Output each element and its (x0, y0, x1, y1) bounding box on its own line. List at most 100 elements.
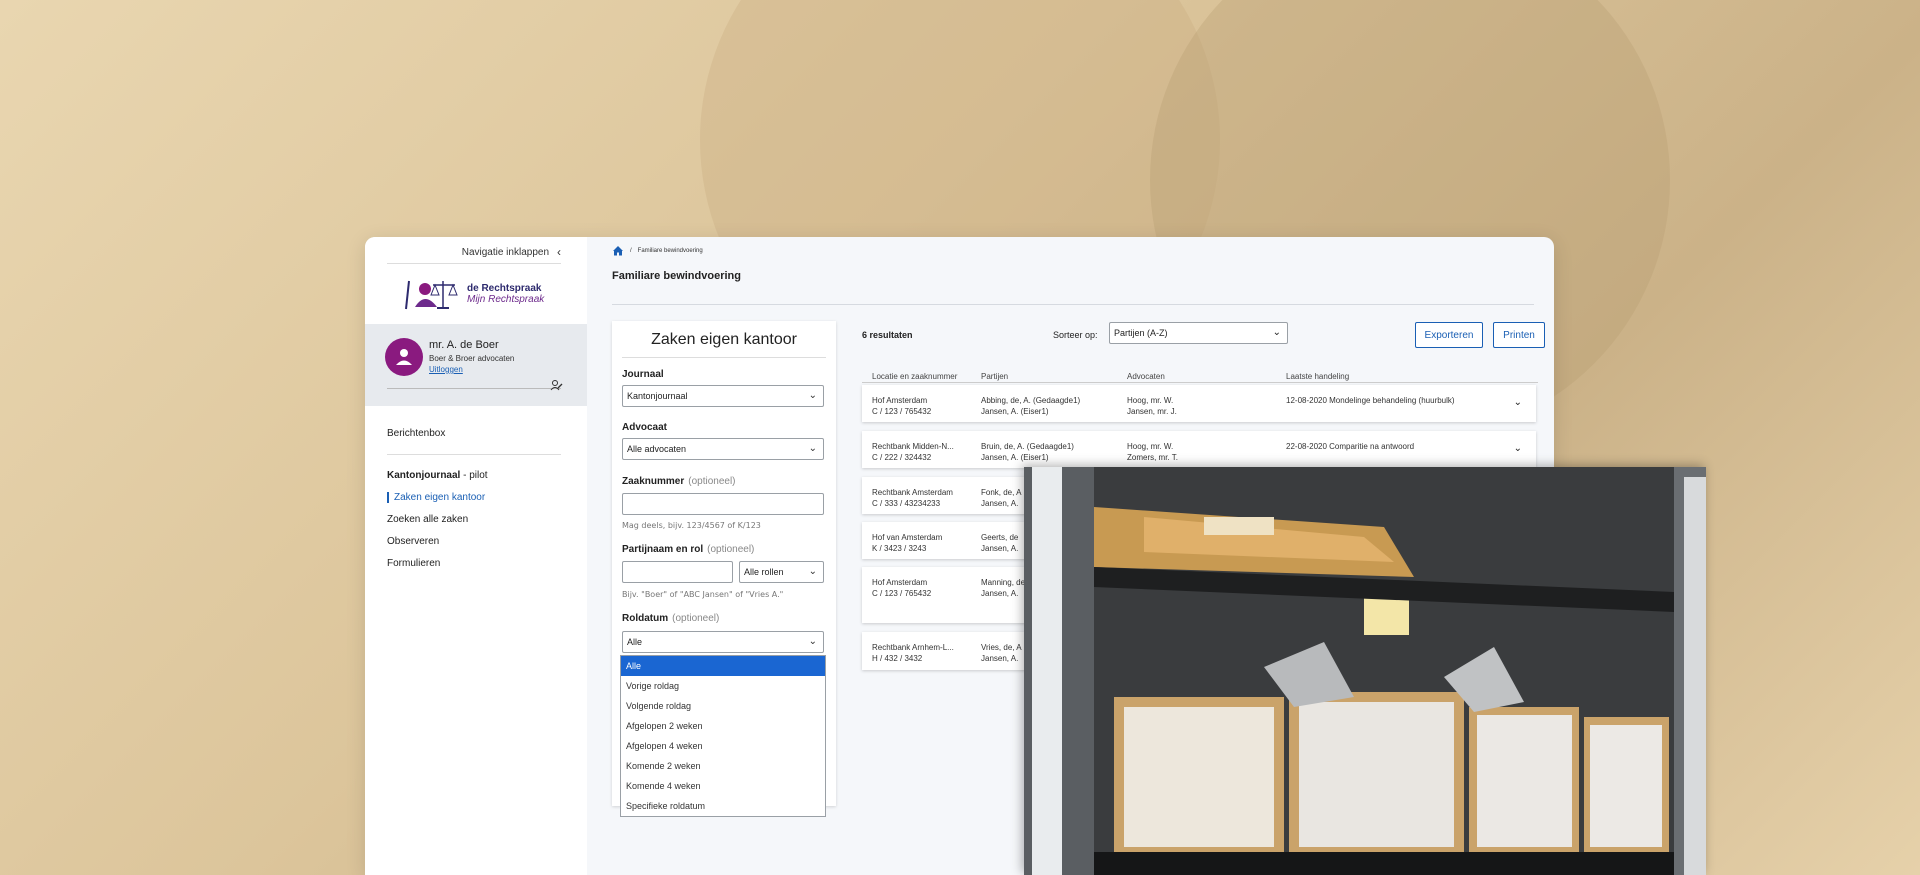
row-lawyer: Hoog, mr. W. (1127, 442, 1174, 451)
chevron-down-icon: ⌄ (808, 390, 817, 401)
export-button[interactable]: Exporteren (1415, 322, 1483, 348)
sidebar: Navigatie inklappen ‹ de Rechtspraak Mij… (365, 237, 587, 875)
journaal-value: Kantonjournaal (627, 391, 688, 401)
dropdown-option[interactable]: Specifieke roldatum (621, 796, 825, 816)
dropdown-option[interactable]: Komende 4 weken (621, 776, 825, 796)
rol-value: Alle rollen (744, 567, 784, 577)
zaaknummer-input[interactable] (622, 493, 824, 515)
breadcrumb-current: Familiare bewindvoering (637, 247, 703, 254)
advocaat-label: Advocaat (622, 422, 668, 433)
edit-user-icon[interactable] (550, 379, 563, 394)
roldatum-label-text: Roldatum (622, 613, 669, 624)
row-party: Jansen, A. (Eiser1) (981, 407, 1049, 416)
partij-label-text: Partijnaam en rol (622, 544, 704, 555)
sort-select[interactable]: Partijen (A-Z) ⌄ (1109, 322, 1288, 344)
row-location: Hof Amsterdam (872, 578, 928, 587)
row-party: Bruin, de, A. (Gedaagde1) (981, 442, 1074, 451)
zaaknummer-label: Zaaknummer (optioneel) (622, 476, 736, 487)
breadcrumb-separator: / (630, 247, 632, 254)
zaaknummer-hint: Mag deels, bijv. 123/4567 of K/123 (622, 521, 761, 530)
optional-text: (optioneel) (707, 544, 755, 555)
sort-label: Sorteer op: (1053, 330, 1098, 340)
print-button[interactable]: Printen (1493, 322, 1545, 348)
advocaat-select[interactable]: Alle advocaten ⌄ (622, 438, 824, 460)
nav-observeren[interactable]: Observeren (387, 536, 439, 547)
chevron-down-icon[interactable]: ⌄ (1514, 443, 1522, 454)
chevron-down-icon: ⌄ (808, 636, 817, 647)
partij-hint: Bijv. "Boer" of "ABC Jansen" of "Vries A… (622, 590, 784, 599)
chevron-down-icon: ⌄ (808, 443, 817, 454)
optional-text: (optioneel) (688, 476, 736, 487)
journaal-label: Journaal (622, 369, 664, 380)
chevron-down-icon[interactable]: ⌄ (1514, 397, 1522, 408)
row-number: H / 432 / 3432 (872, 654, 923, 663)
avatar (385, 338, 423, 376)
roldatum-select[interactable]: Alle ⌄ (622, 631, 824, 653)
row-location: Hof Amsterdam (872, 396, 928, 405)
row-lawyer: Zomers, mr. T. (1127, 453, 1178, 462)
dropdown-option[interactable]: Alle (621, 656, 825, 676)
row-location: Rechtbank Amsterdam (872, 488, 953, 497)
chevron-down-icon: ⌄ (808, 566, 817, 577)
logout-link[interactable]: Uitloggen (429, 365, 463, 374)
row-number: C / 123 / 765432 (872, 407, 932, 416)
filter-title: Zaken eigen kantoor (651, 331, 797, 348)
collapse-label: Navigatie inklappen (461, 246, 549, 258)
nav-section-kantonjournaal: Kantonjournaal - pilot (387, 470, 488, 481)
user-name: mr. A. de Boer (429, 339, 499, 351)
dropdown-option[interactable]: Afgelopen 2 weken (621, 716, 825, 736)
row-party: Geerts, de (981, 533, 1019, 542)
row-last-action: 22-08-2020 Comparitie na antwoord (1286, 442, 1415, 451)
row-lawyer: Hoog, mr. W. (1127, 396, 1174, 405)
home-icon[interactable] (612, 245, 624, 256)
table-row[interactable]: Rechtbank Midden-N... C / 222 / 324432 Br… (862, 431, 1536, 468)
advocaat-value: Alle advocaten (627, 444, 687, 454)
row-location: Hof van Amsterdam (872, 533, 943, 542)
row-party: Abbing, de, A. (Gedaagde1) (981, 396, 1081, 405)
rol-select[interactable]: Alle rollen ⌄ (739, 561, 824, 583)
dropdown-option[interactable]: Komende 2 weken (621, 756, 825, 776)
nav-berichtenbox[interactable]: Berichtenbox (387, 428, 445, 439)
row-party: Jansen, A. (981, 544, 1019, 553)
collapse-navigation-button[interactable]: Navigatie inklappen ‹ (462, 245, 561, 259)
roldatum-dropdown: Alle Vorige roldag Volgende roldag Afgel… (620, 655, 826, 817)
archive-shelf-photo (1024, 467, 1706, 875)
journaal-select[interactable]: Kantonjournaal ⌄ (622, 385, 824, 407)
column-header-laatste-handeling: Laatste handeling (1286, 372, 1350, 381)
logo[interactable]: de Rechtspraak Mijn Rechtspraak (403, 275, 563, 313)
divider (387, 454, 561, 455)
divider (387, 388, 561, 389)
archive-shelf-illustration (1024, 467, 1706, 875)
nav-formulieren[interactable]: Formulieren (387, 558, 440, 569)
partijnaam-input[interactable] (622, 561, 733, 583)
sort-value: Partijen (A-Z) (1114, 328, 1168, 338)
roldatum-label: Roldatum (optioneel) (622, 613, 719, 624)
breadcrumb: / Familiare bewindvoering (612, 245, 703, 256)
row-party: Jansen, A. (981, 589, 1019, 598)
row-number: C / 333 / 43234233 (872, 499, 941, 508)
user-panel: mr. A. de Boer Boer & Broer advocaten Ui… (365, 324, 587, 406)
dropdown-option[interactable]: Vorige roldag (621, 676, 825, 696)
divider (612, 304, 1534, 305)
user-firm: Boer & Broer advocaten (429, 354, 515, 363)
row-number: C / 222 / 324432 (872, 453, 932, 462)
dropdown-option[interactable]: Afgelopen 4 weken (621, 736, 825, 756)
user-icon (396, 349, 412, 365)
row-party: Jansen, A. (981, 654, 1019, 663)
row-location: Rechtbank Arnhem-L... (872, 643, 954, 652)
logo-subtitle: Mijn Rechtspraak (467, 294, 545, 305)
optional-text: (optioneel) (672, 613, 720, 624)
filter-panel: Zaken eigen kantoor Journaal Kantonjourn… (612, 321, 836, 817)
nav-zaken-eigen-kantoor[interactable]: Zaken eigen kantoor (387, 492, 485, 503)
row-number: K / 3423 / 3243 (872, 544, 927, 553)
dropdown-option[interactable]: Volgende roldag (621, 696, 825, 716)
partij-label: Partijnaam en rol (optioneel) (622, 544, 754, 555)
chevron-down-icon: ⌄ (1272, 327, 1281, 338)
column-header-locatie: Locatie en zaaknummer (872, 372, 958, 381)
column-header-advocaten: Advocaten (1127, 372, 1165, 381)
nav-zoeken-alle-zaken[interactable]: Zoeken alle zaken (387, 514, 468, 525)
row-last-action: 12-08-2020 Mondelinge behandeling (huurb… (1286, 396, 1455, 405)
results-count: 6 resultaten (862, 330, 913, 340)
table-row[interactable]: Hof Amsterdam C / 123 / 765432 Abbing, de… (862, 385, 1536, 422)
section-title: Kantonjournaal (387, 470, 461, 481)
